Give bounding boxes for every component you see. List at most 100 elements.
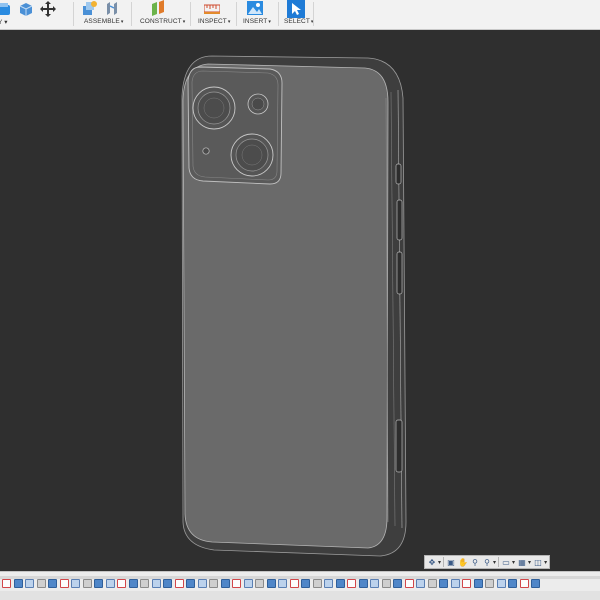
flash [251, 97, 265, 111]
timeline-feature-icon[interactable] [255, 579, 264, 588]
construct-label-text: CONSTRUCT [140, 18, 182, 25]
select-label-text: SELECT [284, 18, 310, 25]
timeline-feature-icon[interactable] [117, 579, 126, 588]
mute-switch [395, 163, 402, 185]
extrude-icon[interactable] [0, 1, 10, 17]
timeline-feature-icon[interactable] [94, 579, 103, 588]
timeline-feature-icon[interactable] [232, 579, 241, 588]
timeline-feature-icon[interactable] [289, 579, 299, 588]
create-group: Y ▾ [0, 0, 70, 30]
construct-group: CONSTRUCT▾ [138, 0, 188, 30]
construct-label[interactable]: CONSTRUCT▾ [140, 18, 185, 25]
zoom-window-button[interactable]: ⚲ ▾ [482, 557, 496, 568]
measure-icon[interactable] [204, 0, 220, 16]
offset-plane-icon[interactable] [150, 0, 166, 16]
create-group-label[interactable]: Y ▾ [0, 18, 8, 26]
chevron-down-icon: ▾ [120, 19, 124, 25]
timeline-feature-icon[interactable] [519, 579, 529, 588]
assemble-group: ASSEMBLE▾ [82, 0, 128, 30]
timeline-feature-icon[interactable] [508, 579, 517, 588]
timeline-feature-icon[interactable] [278, 579, 287, 588]
pan-button[interactable]: ✋ [458, 557, 468, 568]
timeline-feature-icon[interactable] [71, 579, 80, 588]
timeline-feature-icon[interactable] [485, 579, 494, 588]
joint-icon[interactable] [104, 0, 120, 16]
select-label[interactable]: SELECT▾ [284, 18, 314, 25]
timeline-feature-icon[interactable] [416, 579, 425, 588]
timeline-feature-icon[interactable] [531, 579, 540, 588]
timeline-feature-icon[interactable] [381, 579, 391, 588]
timeline-feature-icon[interactable] [301, 579, 310, 588]
timeline-feature-icon[interactable] [197, 579, 207, 588]
viewports-button[interactable]: ◫ ▾ [533, 557, 547, 568]
main-lens-inner [197, 91, 231, 125]
separator [498, 557, 500, 567]
chevron-down-icon: ▾ [438, 559, 442, 566]
timeline-feature-icon[interactable] [25, 579, 34, 588]
timeline-feature-icon[interactable] [266, 579, 276, 588]
timeline-feature-icon[interactable] [105, 579, 115, 588]
timeline-feature-icon[interactable] [48, 579, 57, 588]
timeline-feature-icon[interactable] [36, 579, 46, 588]
separator [278, 2, 279, 26]
inspect-label-text: INSPECT [198, 18, 227, 25]
timeline-feature-icon[interactable] [151, 579, 161, 588]
timeline-feature-icon[interactable] [496, 579, 506, 588]
timeline-feature-icon[interactable] [82, 579, 92, 588]
chevron-down-icon: ▾ [528, 559, 532, 566]
zoom-window-icon: ⚲ [484, 557, 490, 567]
timeline-feature-icon[interactable] [358, 579, 368, 588]
timeline-feature-icon[interactable] [13, 579, 23, 588]
timeline [0, 571, 600, 600]
move-icon[interactable] [40, 1, 56, 17]
timeline-feature-icon[interactable] [335, 579, 345, 588]
insert-label[interactable]: INSERT▾ [243, 18, 271, 25]
navigation-bar: ✥ ▾ ▣ ✋ ⚲ ⚲ ▾ ▭ ▾ ▦ ▾ ◫ ▾ [424, 555, 551, 569]
grid-button[interactable]: ▦ ▾ [517, 557, 531, 568]
separator [73, 2, 74, 26]
timeline-features [2, 579, 540, 588]
timeline-feature-icon[interactable] [450, 579, 460, 588]
app-window: Y ▾ ASSEMBLE▾ CONSTRUCT▾ INSPECT▾ INSERT… [0, 0, 600, 600]
timeline-feature-icon[interactable] [220, 579, 230, 588]
display-settings-icon: ▭ [502, 557, 510, 567]
insert-image-icon[interactable] [247, 0, 263, 16]
zoom-button[interactable]: ⚲ [470, 557, 480, 568]
timeline-feature-icon[interactable] [128, 579, 138, 588]
phone-model[interactable] [0, 30, 600, 571]
box-icon[interactable] [18, 1, 34, 17]
select-cursor-icon[interactable] [287, 0, 305, 18]
assemble-label-text: ASSEMBLE [84, 18, 120, 25]
timeline-feature-icon[interactable] [393, 579, 402, 588]
display-settings-button[interactable]: ▭ ▾ [501, 557, 515, 568]
timeline-feature-icon[interactable] [140, 579, 149, 588]
timeline-feature-icon[interactable] [324, 579, 333, 588]
timeline-feature-icon[interactable] [59, 579, 69, 588]
timeline-feature-icon[interactable] [439, 579, 448, 588]
grid-icon: ▦ [518, 557, 526, 567]
chevron-down-icon: ▾ [182, 19, 186, 25]
look-at-icon: ▣ [447, 557, 455, 567]
separator [131, 2, 132, 26]
inspect-label[interactable]: INSPECT▾ [198, 18, 231, 25]
timeline-feature-icon[interactable] [462, 579, 471, 588]
timeline-feature-icon[interactable] [2, 579, 11, 588]
orbit-button[interactable]: ✥ ▾ [427, 557, 441, 568]
timeline-feature-icon[interactable] [473, 579, 483, 588]
timeline-feature-icon[interactable] [312, 579, 322, 588]
3d-viewport[interactable] [0, 30, 600, 571]
timeline-feature-icon[interactable] [370, 579, 379, 588]
timeline-feature-icon[interactable] [404, 579, 414, 588]
viewports-icon: ◫ [534, 557, 542, 567]
timeline-feature-icon[interactable] [243, 579, 253, 588]
pan-icon: ✋ [458, 557, 468, 567]
timeline-feature-icon[interactable] [186, 579, 195, 588]
timeline-feature-icon[interactable] [174, 579, 184, 588]
timeline-feature-icon[interactable] [163, 579, 172, 588]
assemble-label[interactable]: ASSEMBLE▾ [84, 18, 123, 25]
timeline-feature-icon[interactable] [347, 579, 356, 588]
look-at-button[interactable]: ▣ [446, 557, 456, 568]
new-component-icon[interactable] [82, 0, 98, 16]
timeline-feature-icon[interactable] [427, 579, 437, 588]
timeline-feature-icon[interactable] [209, 579, 218, 588]
